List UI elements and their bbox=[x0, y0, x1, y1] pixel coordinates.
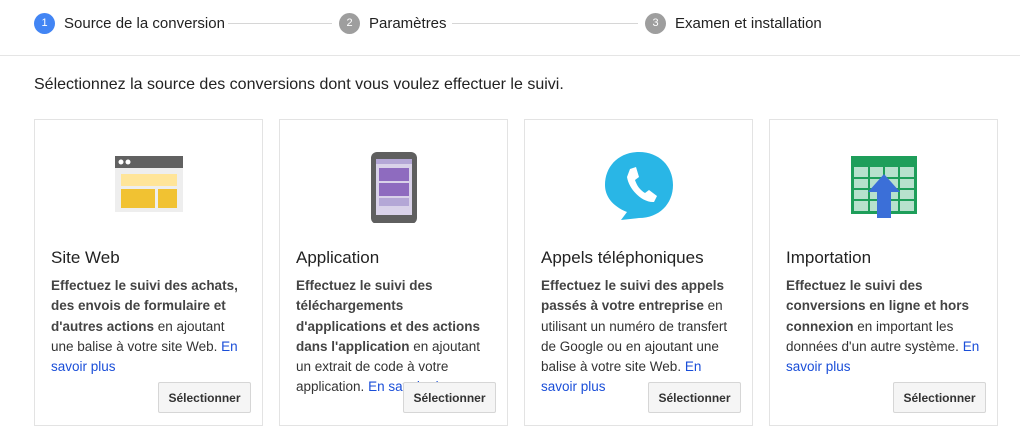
card-description-bold: Effectuez le suivi des appels passés à v… bbox=[541, 278, 725, 314]
card-title: Site Web bbox=[51, 248, 120, 267]
source-card-app[interactable]: Application Effectuez le suivi des téléc… bbox=[279, 119, 508, 426]
select-button[interactable]: Sélectionner bbox=[648, 382, 741, 413]
spreadsheet-upload-icon bbox=[770, 148, 997, 228]
card-title: Application bbox=[296, 248, 380, 267]
step-number-badge: 2 bbox=[339, 12, 360, 34]
step-number-badge: 3 bbox=[645, 12, 666, 34]
card-description: Effectuez le suivi des appels passés à v… bbox=[541, 276, 737, 398]
step-label: Examen et installation bbox=[675, 14, 822, 32]
page-intro: Sélectionnez la source des conversions d… bbox=[34, 76, 564, 93]
source-card-website[interactable]: Site Web Effectuez le suivi des achats, … bbox=[34, 119, 263, 426]
source-card-phone-calls[interactable]: Appels téléphoniques Effectuez le suivi … bbox=[524, 119, 753, 426]
step-connector bbox=[452, 23, 638, 24]
step-source[interactable]: 1 Source de la conversion bbox=[34, 12, 225, 34]
step-label: Source de la conversion bbox=[64, 14, 225, 32]
source-card-import[interactable]: Importation Effectuez le suivi des conve… bbox=[769, 119, 998, 426]
step-number-badge: 1 bbox=[34, 12, 55, 34]
select-button[interactable]: Sélectionner bbox=[158, 382, 251, 413]
conversion-stepper: 1 Source de la conversion 2 Paramètres 3… bbox=[0, 0, 1020, 56]
card-description: Effectuez le suivi des achats, des envoi… bbox=[51, 276, 247, 377]
step-connector bbox=[228, 23, 332, 24]
card-title: Appels téléphoniques bbox=[541, 248, 704, 267]
mobile-phone-icon bbox=[280, 148, 507, 228]
card-description: Effectuez le suivi des téléchargements d… bbox=[296, 276, 492, 398]
card-description: Effectuez le suivi des conversions en li… bbox=[786, 276, 982, 377]
card-title: Importation bbox=[786, 248, 872, 267]
phone-call-icon bbox=[525, 148, 752, 228]
step-review-install[interactable]: 3 Examen et installation bbox=[645, 12, 822, 34]
step-label: Paramètres bbox=[369, 14, 447, 32]
browser-window-icon bbox=[35, 148, 262, 228]
select-button[interactable]: Sélectionner bbox=[893, 382, 986, 413]
step-settings[interactable]: 2 Paramètres bbox=[339, 12, 447, 34]
select-button[interactable]: Sélectionner bbox=[403, 382, 496, 413]
